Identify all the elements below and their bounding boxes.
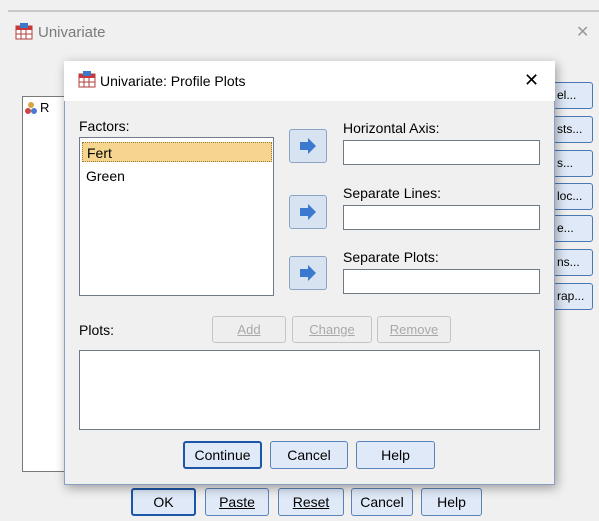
plots-list[interactable] [79, 350, 540, 430]
factors-label: Factors: [79, 118, 130, 134]
change-button[interactable]: Change [292, 316, 372, 343]
side-button-2[interactable]: sts... [553, 116, 593, 143]
separate-lines-field[interactable] [343, 205, 540, 230]
side-button-3[interactable]: s... [553, 150, 593, 177]
variable-name: R [40, 100, 50, 115]
move-to-separate-lines-button[interactable] [289, 195, 327, 229]
right-arrow-icon [300, 265, 316, 281]
outer-close-icon[interactable]: ✕ [576, 22, 589, 42]
move-to-separate-plots-button[interactable] [289, 256, 327, 290]
side-button-6[interactable]: ns... [553, 249, 593, 276]
remove-button[interactable]: Remove [377, 316, 451, 343]
continue-button[interactable]: Continue [183, 441, 262, 469]
dialog-app-icon [78, 70, 96, 91]
app-icon [15, 22, 33, 43]
move-to-horizontal-axis-button[interactable] [289, 129, 327, 163]
outer-cancel-button[interactable]: Cancel [351, 488, 413, 516]
separate-plots-field[interactable] [343, 269, 540, 294]
variable-icon [24, 101, 38, 118]
add-label: Add [237, 322, 261, 337]
factor-item-fert[interactable]: Fert [82, 142, 272, 162]
separate-lines-label: Separate Lines: [343, 185, 442, 201]
side-button-5[interactable]: e... [553, 215, 593, 242]
add-button[interactable]: Add [212, 316, 286, 343]
side-button-7[interactable]: rap... [553, 283, 593, 310]
side-button-1[interactable]: el... [553, 82, 593, 109]
remove-label: Remove [389, 322, 439, 337]
right-arrow-icon [300, 204, 316, 220]
outer-help-button[interactable]: Help [421, 488, 482, 516]
ok-button[interactable]: OK [131, 488, 196, 516]
outer-window-title: Univariate [38, 24, 106, 41]
right-arrow-icon [300, 138, 316, 154]
dialog-help-button[interactable]: Help [356, 441, 435, 469]
paste-label: Paste [219, 494, 255, 510]
horizontal-axis-field[interactable] [343, 140, 540, 165]
dialog-title: Univariate: Profile Plots [100, 73, 246, 89]
reset-button[interactable]: Reset [278, 488, 344, 516]
side-button-4[interactable]: loc... [553, 183, 593, 210]
reset-label: Reset [292, 494, 330, 510]
paste-button[interactable]: Paste [205, 488, 269, 516]
factor-item-green[interactable]: Green [82, 166, 272, 186]
plots-label: Plots: [79, 322, 115, 338]
horizontal-axis-label: Horizontal Axis: [343, 120, 440, 136]
dialog-cancel-button[interactable]: Cancel [270, 441, 348, 469]
dialog-close-icon[interactable]: ✕ [524, 70, 539, 91]
separate-plots-label: Separate Plots: [343, 249, 439, 265]
change-label: Change [309, 322, 355, 337]
